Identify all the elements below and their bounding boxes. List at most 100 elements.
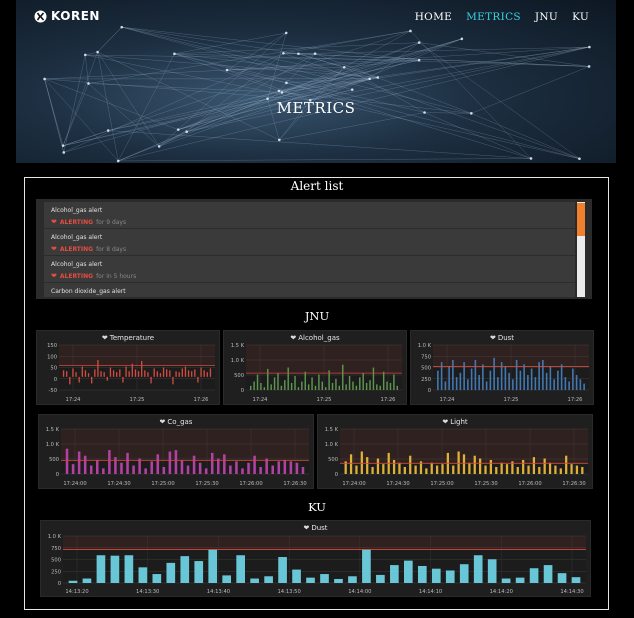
graph-panel-light[interactable]: ❤ Light 1.5 K 1.0 K 500 0 17:24:00 17:24:30 17:…	[317, 414, 593, 489]
graph-panel-alcohol-gas[interactable]: ❤ Alcohol_gas 1.5 K 1.0 K 500 0 17:24 17:25 17:…	[223, 330, 407, 405]
bar	[515, 577, 525, 583]
bar	[482, 364, 484, 390]
scrollbar-thumb[interactable]	[577, 203, 585, 236]
bar	[150, 461, 153, 474]
nav-item-home[interactable]: HOME	[415, 11, 452, 23]
graph-panel-dust-jnu[interactable]: ❤ Dust 1.0 K 750 500 250 0 17:24 17:25 17:26	[410, 330, 594, 405]
bar	[530, 368, 533, 390]
alert-item[interactable]: Alcohol_gas alert ❤ ALERTING for 8 days	[44, 229, 575, 256]
bar	[78, 376, 80, 383]
bar	[478, 375, 480, 390]
bar	[579, 379, 582, 390]
bar	[542, 360, 544, 390]
alert-name: Alcohol_gas alert	[51, 234, 103, 241]
bar	[557, 573, 567, 583]
graph-panel-temperature[interactable]: ❤ Temperature 150 100 50 0 -50 17:24 17:25 17:26	[36, 330, 220, 405]
bar	[292, 569, 301, 583]
bar	[324, 387, 327, 390]
alert-item[interactable]: Carbon dioxide_gas alert	[44, 283, 575, 297]
bar	[102, 468, 105, 474]
bar	[527, 375, 529, 390]
bar	[386, 381, 388, 390]
y-tick-label: 500	[49, 457, 59, 463]
y-tick-label: 250	[421, 377, 431, 383]
section-title-jnu: JNU	[304, 309, 330, 323]
bar	[349, 454, 353, 474]
bar	[112, 370, 115, 377]
bar	[473, 555, 483, 583]
bar	[128, 371, 130, 377]
bar	[124, 555, 134, 583]
bar	[348, 375, 351, 390]
bar	[284, 380, 286, 390]
alert-status: ❤ ALERTING for in 5 hours	[51, 272, 575, 280]
bar	[137, 371, 140, 377]
bar	[565, 455, 568, 474]
bar	[532, 457, 536, 474]
bar	[75, 372, 77, 377]
hero-banner: KOREN HOME METRICS JNU KU METRICS	[16, 0, 616, 163]
bar	[548, 462, 552, 474]
bar	[459, 372, 462, 390]
alert-list-scrollbar[interactable]	[577, 202, 585, 297]
bar	[571, 577, 581, 583]
bar	[186, 465, 190, 474]
bar	[376, 458, 380, 474]
bar	[382, 371, 385, 390]
bar	[132, 465, 135, 474]
bar	[153, 368, 155, 377]
bar	[538, 466, 541, 474]
graph-panel-co-gas[interactable]: ❤ Co_gas 1.5 K 1.0 K 500 0 17:24:00 17:24:30 17…	[38, 414, 314, 489]
bar	[369, 380, 371, 390]
bar	[200, 367, 202, 377]
bar	[125, 366, 127, 377]
bar	[306, 577, 315, 583]
bar	[122, 376, 124, 383]
bar	[404, 560, 413, 583]
bar	[334, 578, 343, 583]
nav-item-jnu[interactable]: JNU	[535, 11, 558, 23]
alert-list-scroll-area[interactable]: Alcohol_gas alert ❤ ALERTING for 9 days …	[44, 202, 575, 297]
bar	[138, 567, 148, 583]
bar	[283, 459, 287, 474]
bar	[403, 466, 406, 474]
nav-item-metrics[interactable]: METRICS	[466, 11, 521, 23]
heart-icon: ❤	[51, 272, 57, 280]
y-tick-label: 1.0 K	[418, 343, 432, 349]
bar	[84, 370, 87, 377]
temperature-chart: 150 100 50 0 -50 17:24 17:25 17:26	[47, 343, 215, 403]
bar	[197, 376, 199, 383]
bar	[553, 379, 555, 390]
bar	[467, 379, 469, 390]
bar	[181, 368, 183, 377]
y-tick-label: 250	[51, 569, 61, 575]
alert-item[interactable]: Alcohol_gas alert ❤ ALERTING for in 5 ho…	[44, 256, 575, 283]
alert-state: ALERTING	[59, 218, 94, 226]
bar	[270, 384, 272, 390]
bar	[484, 465, 487, 474]
x-tick-label: 17:26:00	[239, 481, 262, 487]
bar	[554, 465, 557, 474]
x-tick-label: 17:26	[381, 397, 396, 403]
x-tick-label: 14:14:30	[560, 589, 583, 595]
page-title: METRICS	[276, 99, 356, 117]
bar	[572, 368, 574, 390]
bar	[194, 561, 204, 583]
alert-status: ❤ ALERTING for 8 days	[51, 245, 575, 253]
threshold-region	[63, 536, 586, 550]
bar	[505, 464, 509, 474]
bar	[229, 465, 232, 474]
alert-item[interactable]: Alcohol_gas alert ❤ ALERTING for 9 days	[44, 202, 575, 229]
brand-logo[interactable]: KOREN	[34, 9, 100, 23]
bar	[65, 448, 69, 474]
alert-duration: for in 5 hours	[96, 272, 137, 280]
bar	[515, 360, 518, 390]
bar	[203, 370, 205, 377]
bar	[311, 377, 313, 390]
nav-item-ku[interactable]: KU	[572, 11, 589, 23]
bar	[321, 381, 324, 390]
x-tick-label: 17:26	[194, 397, 209, 403]
bar	[462, 454, 466, 474]
graph-panel-dust-ku[interactable]: ❤ Dust 1.0 K 750 500 250 0 14:13:20 14:13:30 14:…	[40, 520, 591, 597]
bar	[144, 370, 146, 377]
